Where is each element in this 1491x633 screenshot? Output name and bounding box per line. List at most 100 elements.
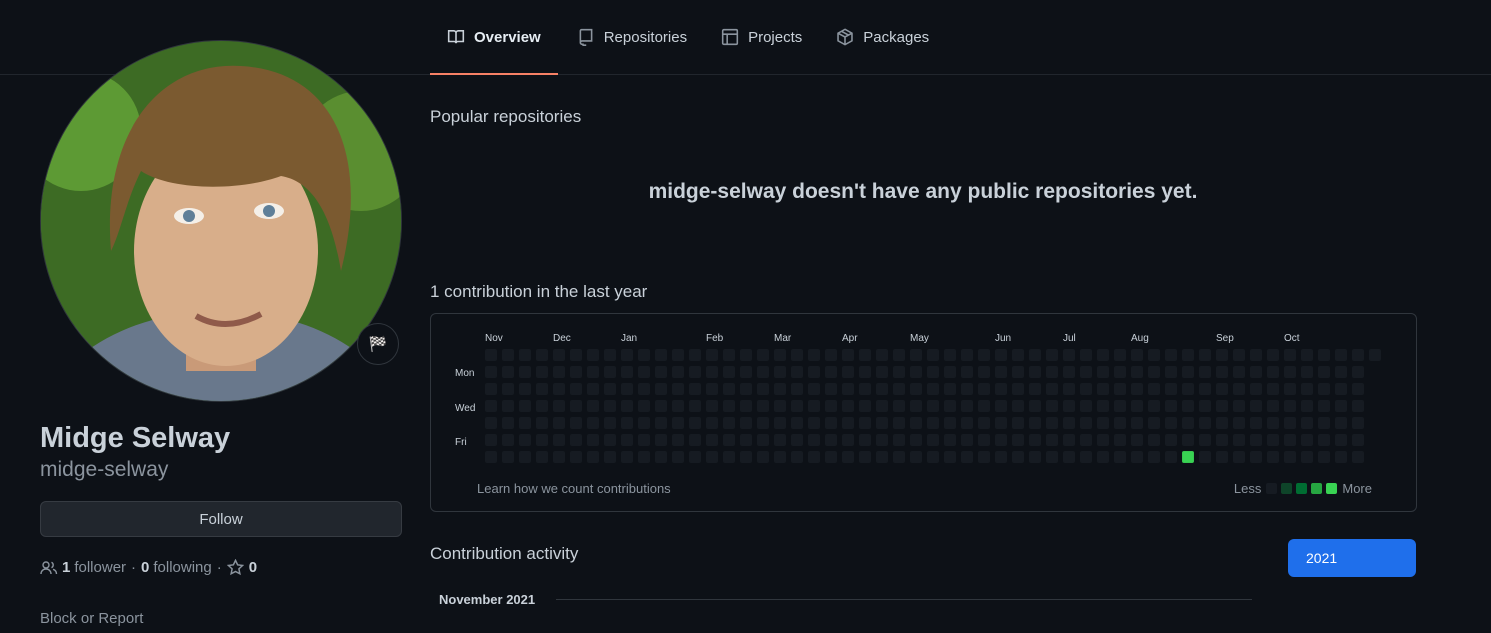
- contribution-day[interactable]: [995, 451, 1007, 463]
- contribution-day[interactable]: [536, 451, 548, 463]
- contribution-day[interactable]: [842, 400, 854, 412]
- contribution-day[interactable]: [1267, 417, 1279, 429]
- contribution-day[interactable]: [1284, 451, 1296, 463]
- contribution-day[interactable]: [1148, 349, 1160, 361]
- contribution-day[interactable]: [859, 451, 871, 463]
- contribution-day[interactable]: [1318, 434, 1330, 446]
- contribution-day[interactable]: [1233, 383, 1245, 395]
- contribution-day[interactable]: [1046, 349, 1058, 361]
- contribution-day[interactable]: [604, 434, 616, 446]
- contribution-day[interactable]: [978, 400, 990, 412]
- contribution-day[interactable]: [774, 451, 786, 463]
- contribution-day[interactable]: [1233, 434, 1245, 446]
- contribution-day[interactable]: [1250, 434, 1262, 446]
- contribution-day[interactable]: [825, 383, 837, 395]
- contribution-day[interactable]: [655, 383, 667, 395]
- contribution-day[interactable]: [1131, 349, 1143, 361]
- contribution-day[interactable]: [638, 349, 650, 361]
- contribution-day[interactable]: [672, 400, 684, 412]
- contribution-day[interactable]: [1029, 366, 1041, 378]
- contribution-day[interactable]: [995, 349, 1007, 361]
- contribution-day[interactable]: [757, 366, 769, 378]
- contribution-day[interactable]: [1097, 349, 1109, 361]
- contribution-day[interactable]: [1097, 451, 1109, 463]
- contribution-day[interactable]: [1012, 451, 1024, 463]
- contribution-day[interactable]: [723, 349, 735, 361]
- contribution-day[interactable]: [808, 400, 820, 412]
- contribution-day[interactable]: [1182, 400, 1194, 412]
- contribution-day[interactable]: [723, 383, 735, 395]
- contribution-day[interactable]: [570, 451, 582, 463]
- contribution-day[interactable]: [519, 417, 531, 429]
- contribution-day[interactable]: [536, 434, 548, 446]
- contribution-day[interactable]: [1335, 434, 1347, 446]
- stars-link[interactable]: 0: [226, 559, 261, 576]
- contribution-day[interactable]: [1182, 434, 1194, 446]
- contribution-day[interactable]: [1029, 451, 1041, 463]
- contribution-day[interactable]: [1250, 383, 1262, 395]
- contribution-day[interactable]: [1301, 434, 1313, 446]
- contribution-day[interactable]: [485, 434, 497, 446]
- contribution-day[interactable]: [1012, 349, 1024, 361]
- contribution-day[interactable]: [859, 366, 871, 378]
- contribution-day[interactable]: [774, 349, 786, 361]
- contribution-day[interactable]: [485, 383, 497, 395]
- contribution-day[interactable]: [944, 417, 956, 429]
- contribution-day[interactable]: [723, 434, 735, 446]
- contribution-day[interactable]: [672, 366, 684, 378]
- contribution-day[interactable]: [927, 434, 939, 446]
- contribution-day[interactable]: [1318, 400, 1330, 412]
- contribution-day[interactable]: [570, 383, 582, 395]
- contribution-day[interactable]: [553, 400, 565, 412]
- contribution-day[interactable]: [553, 417, 565, 429]
- year-2021-button[interactable]: 2021: [1288, 539, 1416, 577]
- contribution-day[interactable]: [1318, 349, 1330, 361]
- avatar[interactable]: [40, 40, 402, 402]
- contribution-day[interactable]: [876, 417, 888, 429]
- contribution-day[interactable]: [859, 400, 871, 412]
- contribution-day[interactable]: [604, 366, 616, 378]
- contribution-day[interactable]: [706, 417, 718, 429]
- contribution-day[interactable]: [910, 349, 922, 361]
- contribution-day[interactable]: [825, 349, 837, 361]
- contribution-day[interactable]: [1063, 383, 1075, 395]
- contribution-day[interactable]: [808, 383, 820, 395]
- contribution-day[interactable]: [723, 366, 735, 378]
- contribution-day[interactable]: [927, 366, 939, 378]
- contribution-day[interactable]: [893, 349, 905, 361]
- contribution-day[interactable]: [536, 417, 548, 429]
- contribution-day[interactable]: [808, 434, 820, 446]
- contribution-day[interactable]: [1148, 434, 1160, 446]
- contribution-day[interactable]: [723, 417, 735, 429]
- contribution-day[interactable]: [791, 366, 803, 378]
- contribution-day[interactable]: [570, 434, 582, 446]
- contribution-day[interactable]: [604, 417, 616, 429]
- contribution-day[interactable]: [825, 434, 837, 446]
- contribution-day[interactable]: [1216, 417, 1228, 429]
- contribution-day[interactable]: [1029, 349, 1041, 361]
- contribution-day[interactable]: [1080, 434, 1092, 446]
- contribution-day[interactable]: [587, 366, 599, 378]
- contribution-day[interactable]: [621, 434, 633, 446]
- contribution-day[interactable]: [1080, 366, 1092, 378]
- contribution-day[interactable]: [553, 349, 565, 361]
- contribution-day[interactable]: [1063, 434, 1075, 446]
- contribution-day[interactable]: [1233, 400, 1245, 412]
- tab-projects[interactable]: Projects: [704, 0, 819, 74]
- contribution-day[interactable]: [621, 383, 633, 395]
- contribution-day[interactable]: [1012, 366, 1024, 378]
- contribution-day[interactable]: [604, 383, 616, 395]
- contribution-day[interactable]: [655, 400, 667, 412]
- contribution-day[interactable]: [893, 366, 905, 378]
- contribution-day[interactable]: [995, 383, 1007, 395]
- contribution-day[interactable]: [485, 400, 497, 412]
- contribution-day[interactable]: [1250, 417, 1262, 429]
- contribution-day[interactable]: [927, 451, 939, 463]
- contribution-day[interactable]: [961, 366, 973, 378]
- contribution-day[interactable]: [1046, 434, 1058, 446]
- contribution-day[interactable]: [1301, 417, 1313, 429]
- contribution-day[interactable]: [978, 366, 990, 378]
- contribution-day[interactable]: [1318, 451, 1330, 463]
- contribution-day[interactable]: [910, 451, 922, 463]
- contribution-day[interactable]: [1352, 383, 1364, 395]
